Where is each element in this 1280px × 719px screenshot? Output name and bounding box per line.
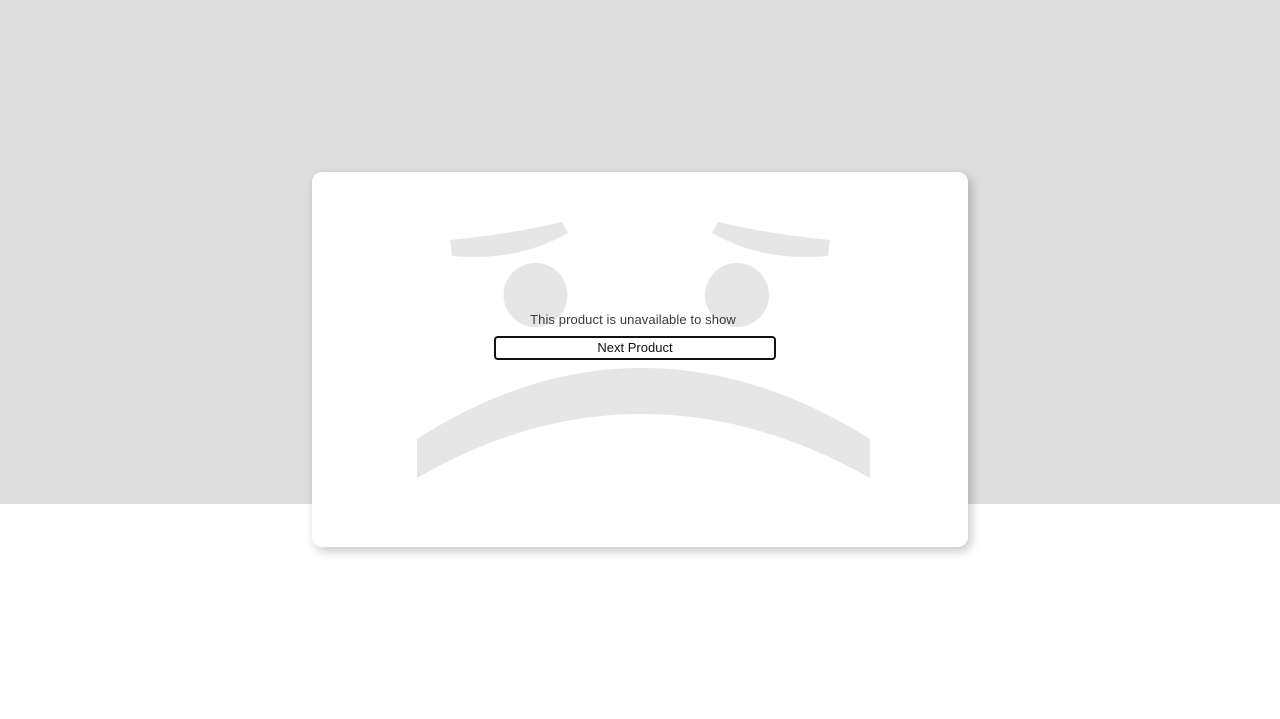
next-product-button[interactable]: Next Product xyxy=(494,336,776,360)
left-eyebrow xyxy=(450,222,568,258)
unavailable-product-card: This product is unavailable to show Next… xyxy=(312,172,968,547)
unavailable-message: This product is unavailable to show xyxy=(530,312,736,327)
mouth xyxy=(417,368,870,478)
page: This product is unavailable to show Next… xyxy=(0,0,1280,719)
right-eyebrow xyxy=(712,222,830,258)
